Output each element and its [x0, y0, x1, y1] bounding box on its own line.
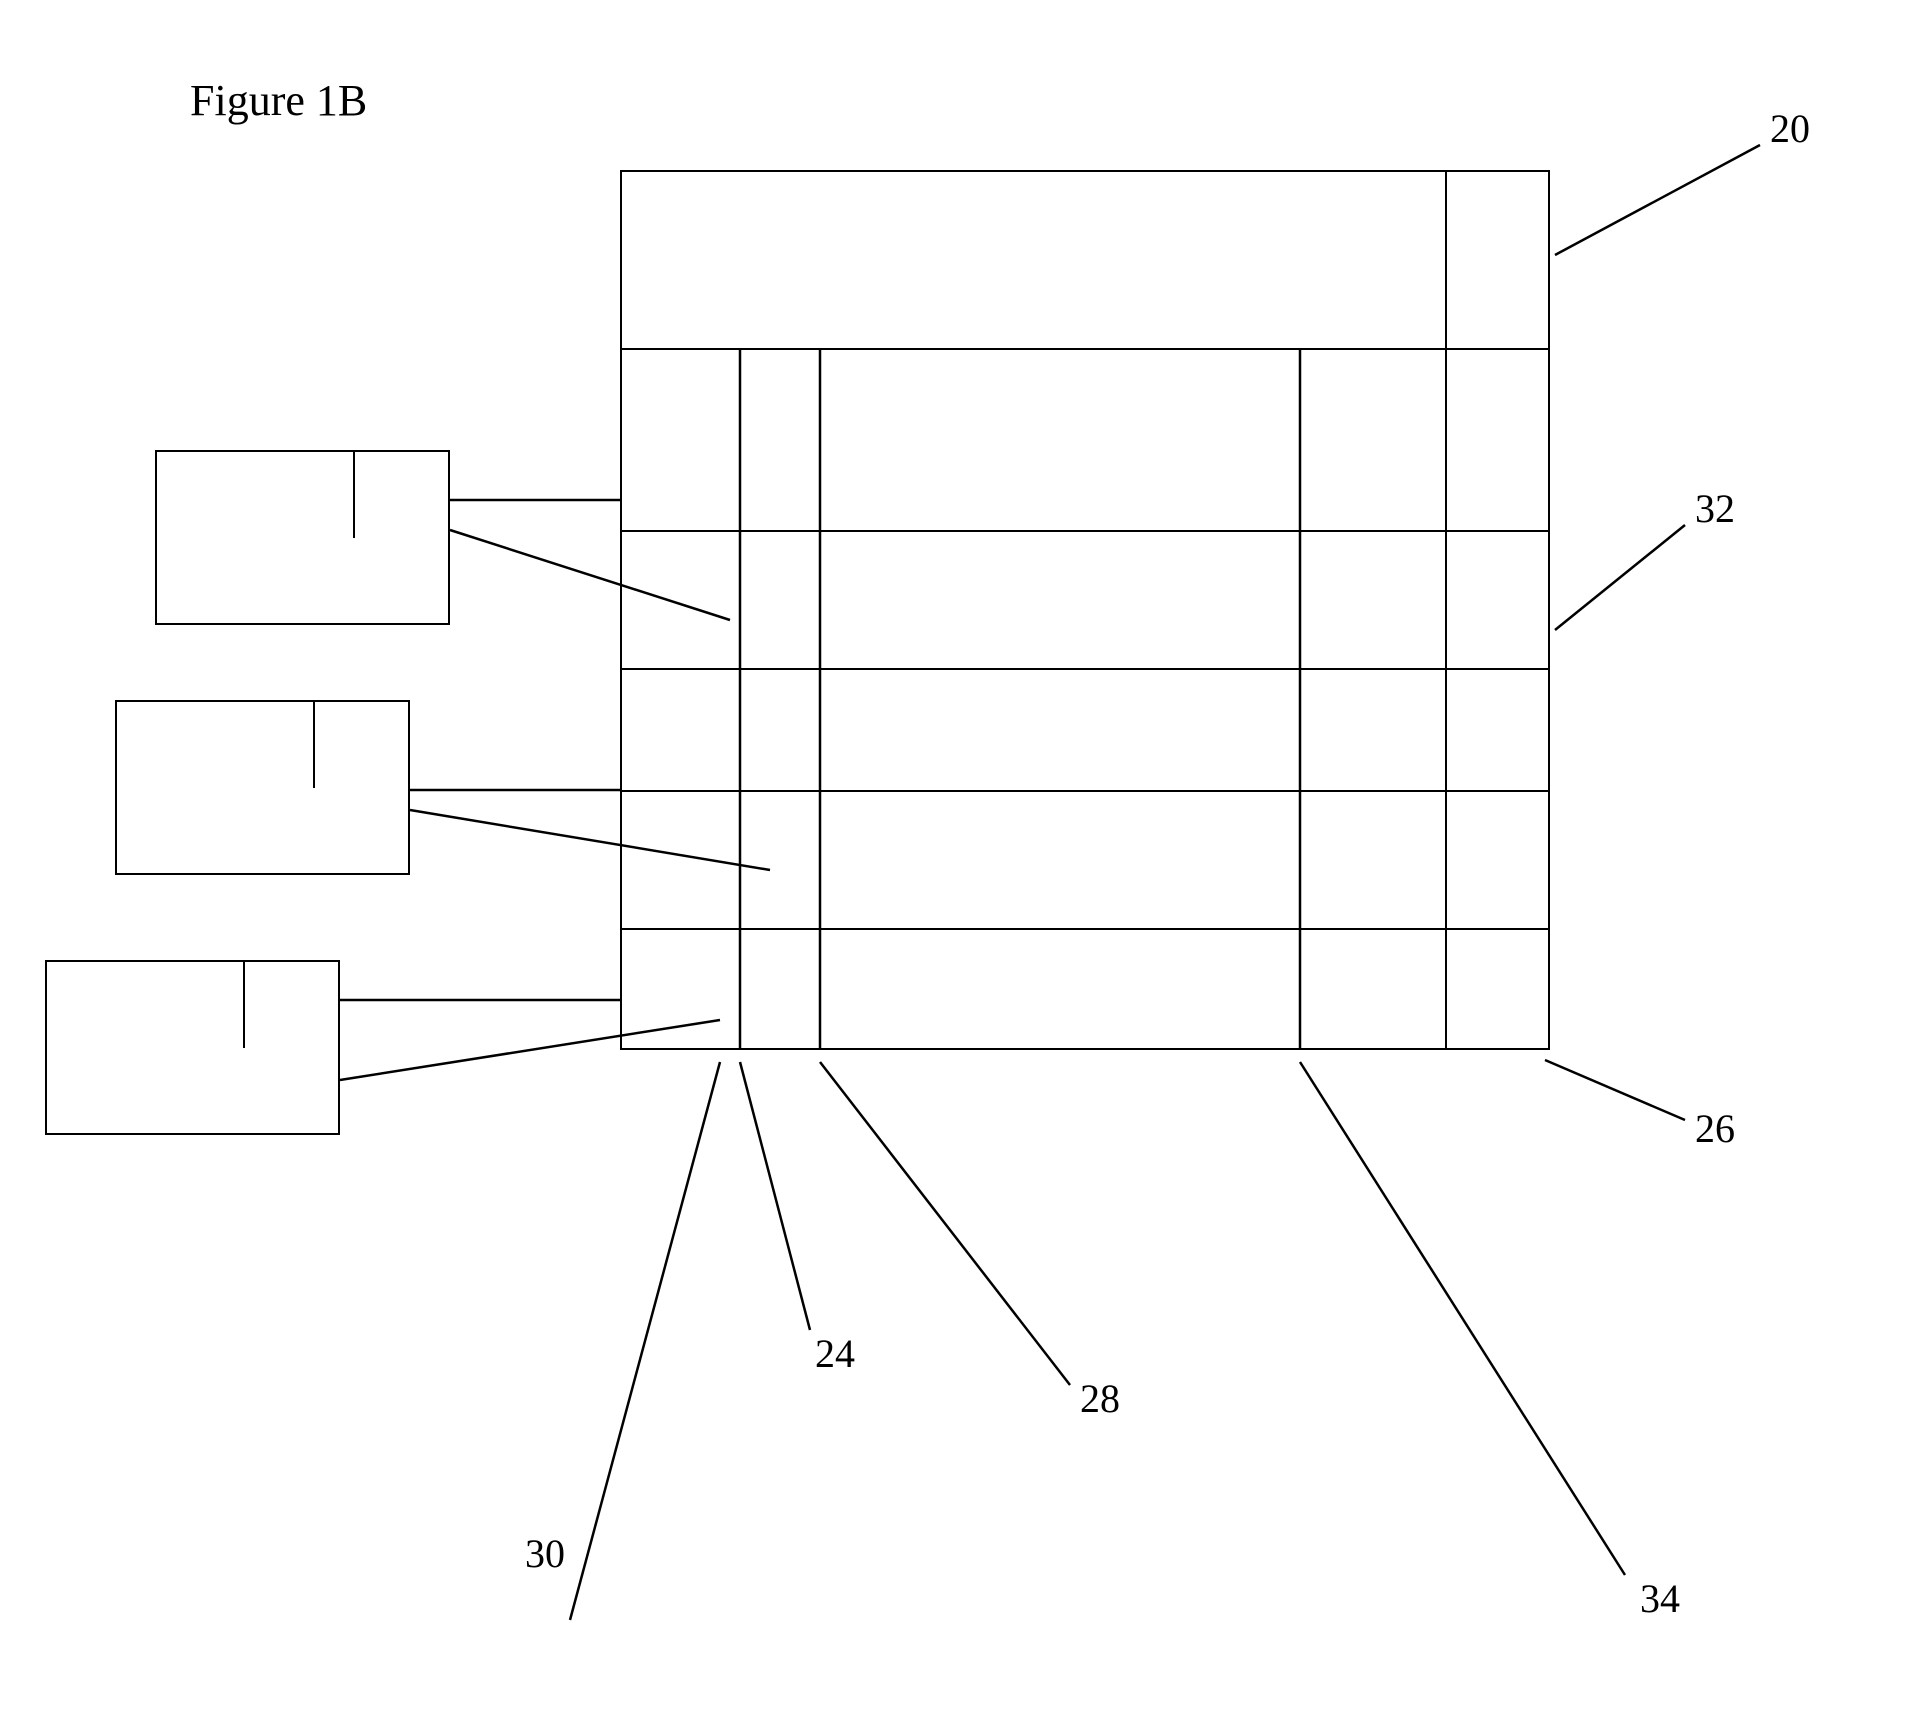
leader-24	[740, 1062, 810, 1330]
user-box-3-divider	[45, 960, 245, 1048]
lower-row	[620, 790, 1550, 930]
middle-row	[620, 530, 1550, 670]
ref-34: 34	[1640, 1575, 1680, 1622]
figure-title: Figure 1B	[190, 75, 367, 126]
ref-30: 30	[525, 1530, 565, 1577]
user-box-2-divider	[115, 700, 315, 788]
authority-header	[620, 170, 1550, 350]
leader-20	[1555, 145, 1760, 255]
leader-28	[820, 1062, 1070, 1385]
ref-24: 24	[815, 1330, 855, 1377]
ref-20: 20	[1770, 105, 1810, 152]
leader-34	[1300, 1062, 1625, 1575]
ref-26: 26	[1695, 1105, 1735, 1152]
ref-28: 28	[1080, 1375, 1120, 1422]
leader-26	[1545, 1060, 1685, 1120]
ref-32: 32	[1695, 485, 1735, 532]
user-box-1-divider	[155, 450, 355, 538]
leader-30	[570, 1062, 720, 1620]
leader-32	[1555, 525, 1685, 630]
